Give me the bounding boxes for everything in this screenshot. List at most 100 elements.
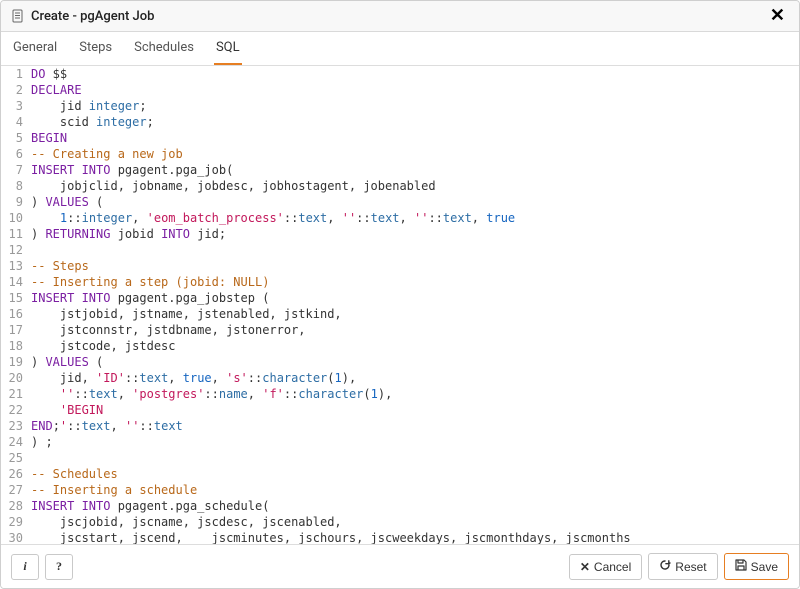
code-line: 29 jscjobid, jscname, jscdesc, jscenable… — [1, 514, 799, 530]
line-number: 15 — [1, 290, 31, 306]
line-number: 23 — [1, 418, 31, 434]
code-line: 26-- Schedules — [1, 466, 799, 482]
code-line: 28INSERT INTO pgagent.pga_schedule( — [1, 498, 799, 514]
line-code: jstconnstr, jstdbname, jstonerror, — [31, 322, 799, 338]
line-number: 1 — [1, 66, 31, 82]
code-line: 7INSERT INTO pgagent.pga_job( — [1, 162, 799, 178]
line-code: -- Schedules — [31, 466, 799, 482]
tab-steps[interactable]: Steps — [77, 32, 114, 65]
line-number: 29 — [1, 514, 31, 530]
line-number: 18 — [1, 338, 31, 354]
line-number: 28 — [1, 498, 31, 514]
tab-sql[interactable]: SQL — [214, 32, 242, 65]
line-code: 'BEGIN — [31, 402, 799, 418]
code-line: 22 'BEGIN — [1, 402, 799, 418]
cancel-button[interactable]: ✕ Cancel — [569, 554, 642, 580]
code-line: 23END;'::text, ''::text — [1, 418, 799, 434]
code-line: 27-- Inserting a schedule — [1, 482, 799, 498]
line-code: -- Steps — [31, 258, 799, 274]
close-icon[interactable]: ✕ — [766, 7, 789, 25]
document-icon — [11, 9, 25, 23]
code-line: 21 ''::text, 'postgres'::name, 'f'::char… — [1, 386, 799, 402]
line-code: INSERT INTO pgagent.pga_schedule( — [31, 498, 799, 514]
line-code: -- Inserting a schedule — [31, 482, 799, 498]
tab-general[interactable]: General — [11, 32, 59, 65]
code-line: 14-- Inserting a step (jobid: NULL) — [1, 274, 799, 290]
help-button[interactable]: ? — [45, 554, 73, 580]
code-line: 25 — [1, 450, 799, 466]
line-number: 16 — [1, 306, 31, 322]
info-button[interactable]: i — [11, 554, 39, 580]
line-code: BEGIN — [31, 130, 799, 146]
sql-editor[interactable]: 1DO $$2DECLARE3 jid integer;4 scid integ… — [1, 66, 799, 544]
line-code: 1::integer, 'eom_batch_process'::text, '… — [31, 210, 799, 226]
line-number: 13 — [1, 258, 31, 274]
code-line: 10 1::integer, 'eom_batch_process'::text… — [1, 210, 799, 226]
code-line: 13-- Steps — [1, 258, 799, 274]
line-code — [31, 242, 799, 258]
line-number: 19 — [1, 354, 31, 370]
sql-editor-pane: 1DO $$2DECLARE3 jid integer;4 scid integ… — [1, 66, 799, 544]
code-line: 24) ; — [1, 434, 799, 450]
line-number: 25 — [1, 450, 31, 466]
titlebar: Create - pgAgent Job ✕ — [1, 1, 799, 32]
line-code: ) VALUES ( — [31, 354, 799, 370]
line-number: 6 — [1, 146, 31, 162]
line-number: 12 — [1, 242, 31, 258]
code-line: 9) VALUES ( — [1, 194, 799, 210]
code-line: 20 jid, 'ID'::text, true, 's'::character… — [1, 370, 799, 386]
line-number: 30 — [1, 530, 31, 544]
line-code: jstjobid, jstname, jstenabled, jstkind, — [31, 306, 799, 322]
code-line: 3 jid integer; — [1, 98, 799, 114]
line-code: ) RETURNING jobid INTO jid; — [31, 226, 799, 242]
tab-schedules[interactable]: Schedules — [132, 32, 196, 65]
line-code: jstcode, jstdesc — [31, 338, 799, 354]
line-code: DO $$ — [31, 66, 799, 82]
line-code — [31, 450, 799, 466]
line-number: 14 — [1, 274, 31, 290]
line-number: 10 — [1, 210, 31, 226]
line-code: -- Creating a new job — [31, 146, 799, 162]
line-number: 7 — [1, 162, 31, 178]
code-line: 6-- Creating a new job — [1, 146, 799, 162]
line-code: ) ; — [31, 434, 799, 450]
line-code: ''::text, 'postgres'::name, 'f'::charact… — [31, 386, 799, 402]
line-number: 21 — [1, 386, 31, 402]
footer: i ? ✕ Cancel Reset Save — [1, 544, 799, 588]
line-number: 4 — [1, 114, 31, 130]
line-number: 11 — [1, 226, 31, 242]
line-number: 26 — [1, 466, 31, 482]
line-number: 2 — [1, 82, 31, 98]
line-code: jid, 'ID'::text, true, 's'::character(1)… — [31, 370, 799, 386]
code-line: 1DO $$ — [1, 66, 799, 82]
reset-button[interactable]: Reset — [648, 553, 717, 580]
line-code: jobjclid, jobname, jobdesc, jobhostagent… — [31, 178, 799, 194]
code-line: 15INSERT INTO pgagent.pga_jobstep ( — [1, 290, 799, 306]
code-line: 2DECLARE — [1, 82, 799, 98]
line-number: 24 — [1, 434, 31, 450]
line-number: 5 — [1, 130, 31, 146]
close-icon: ✕ — [580, 560, 590, 574]
line-number: 8 — [1, 178, 31, 194]
create-pgagent-job-dialog: Create - pgAgent Job ✕ General Steps Sched… — [0, 0, 800, 589]
line-code: jscstart, jscend, jscminutes, jschours, … — [31, 530, 799, 544]
line-code: DECLARE — [31, 82, 799, 98]
line-code: jid integer; — [31, 98, 799, 114]
reset-icon — [659, 559, 671, 574]
line-number: 27 — [1, 482, 31, 498]
code-line: 30 jscstart, jscend, jscminutes, jschour… — [1, 530, 799, 544]
save-button[interactable]: Save — [724, 553, 789, 580]
line-code: INSERT INTO pgagent.pga_jobstep ( — [31, 290, 799, 306]
line-number: 9 — [1, 194, 31, 210]
dialog-title: Create - pgAgent Job — [31, 9, 766, 24]
line-number: 20 — [1, 370, 31, 386]
line-number: 3 — [1, 98, 31, 114]
line-code: ) VALUES ( — [31, 194, 799, 210]
code-line: 18 jstcode, jstdesc — [1, 338, 799, 354]
line-code: jscjobid, jscname, jscdesc, jscenabled, — [31, 514, 799, 530]
line-code: -- Inserting a step (jobid: NULL) — [31, 274, 799, 290]
code-line: 12 — [1, 242, 799, 258]
code-line: 8 jobjclid, jobname, jobdesc, jobhostage… — [1, 178, 799, 194]
line-number: 22 — [1, 402, 31, 418]
tabs: General Steps Schedules SQL — [1, 32, 799, 66]
